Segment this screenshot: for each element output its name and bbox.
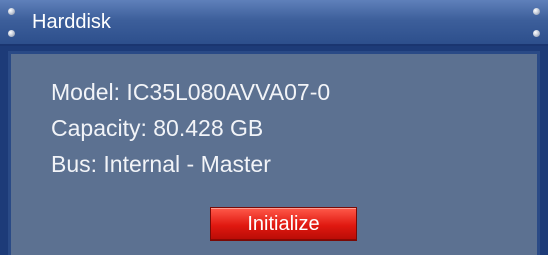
bus-text: Bus: Internal - Master: [51, 151, 271, 177]
screw-icon: [8, 30, 15, 37]
window-title: Harddisk: [32, 11, 111, 33]
title-bar: Harddisk: [0, 0, 548, 46]
model-text: Model: IC35L080AVVA07-0: [51, 79, 331, 105]
harddisk-window: Harddisk Model: IC35L080AVVA07-0 Capacit…: [0, 0, 548, 255]
capacity-text: Capacity: 80.428 GB: [51, 115, 264, 141]
screw-icon: [533, 30, 540, 37]
screw-icon: [533, 8, 540, 15]
initialize-button[interactable]: Initialize: [210, 207, 357, 241]
screw-icon: [8, 8, 15, 15]
disk-info-panel: Model: IC35L080AVVA07-0 Capacity: 80.428…: [8, 51, 540, 255]
